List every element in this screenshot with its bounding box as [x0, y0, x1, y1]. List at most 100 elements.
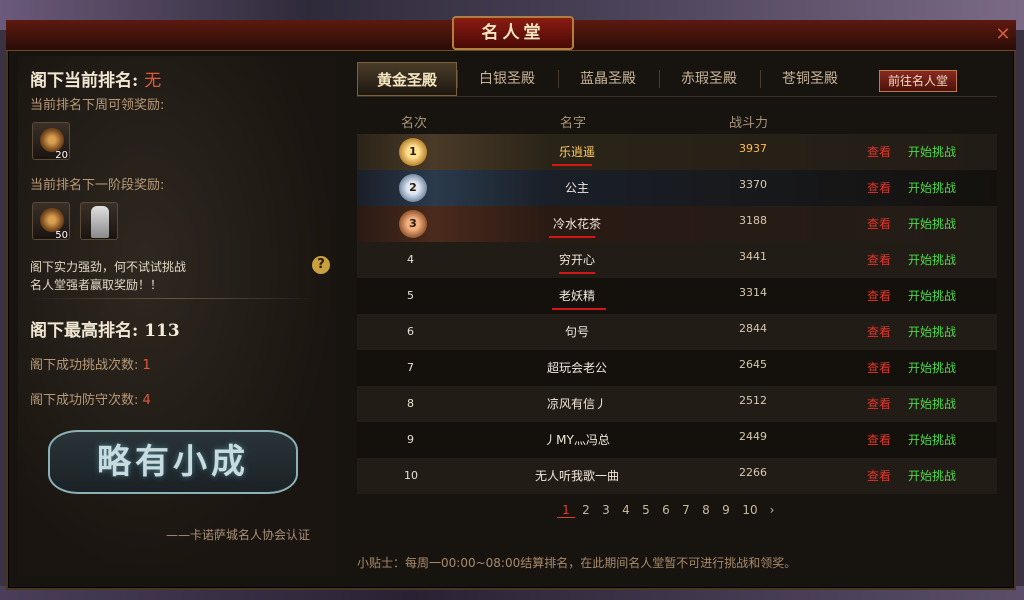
view-button[interactable]: 查看 — [867, 242, 891, 278]
view-button[interactable]: 查看 — [867, 134, 891, 170]
stage-reward-label: 当前排名下一阶段奖励: — [30, 178, 165, 193]
page-5[interactable]: 5 — [637, 503, 655, 517]
player-name: 凉风有信丿 — [546, 397, 607, 411]
player-power: 2449 — [739, 430, 767, 443]
page-2[interactable]: 2 — [577, 503, 595, 517]
table-row: 3 冷水花茶 3188 查看 开始挑战 — [357, 206, 997, 242]
player-power: 2266 — [739, 466, 767, 479]
bronze-crown-icon: 3 — [399, 210, 427, 238]
help-icon[interactable]: ? — [312, 256, 330, 274]
player-name: 无人听我歌一曲 — [534, 469, 619, 483]
view-button[interactable]: 查看 — [867, 170, 891, 206]
player-name: 公主 — [564, 181, 589, 195]
certification-text: ——卡诺萨城名人协会认证 — [166, 528, 311, 542]
title-badge: 略有小成 — [48, 430, 298, 494]
red-underline — [552, 164, 592, 166]
item-count: 50 — [55, 230, 68, 241]
page-1[interactable]: 1 — [557, 503, 575, 518]
table-row: 7 超玩会老公 2645 查看 开始挑战 — [357, 350, 997, 386]
page-8[interactable]: 8 — [697, 503, 715, 517]
col-name: 名字 — [560, 116, 587, 131]
item-count: 20 — [55, 150, 68, 161]
view-button[interactable]: 查看 — [867, 350, 891, 386]
weekly-reward-item[interactable]: 20 — [32, 122, 70, 161]
challenge-button[interactable]: 开始挑战 — [908, 422, 956, 458]
table-row: 1 乐逍遥 3937 查看 开始挑战 — [357, 134, 997, 170]
player-name: 句号 — [564, 325, 589, 339]
best-rank-value: 113 — [144, 321, 180, 341]
rank-number: 6 — [407, 325, 414, 338]
view-button[interactable]: 查看 — [867, 458, 891, 494]
page-7[interactable]: 7 — [677, 503, 695, 517]
table-row: 4 穷开心 3441 查看 开始挑战 — [357, 242, 997, 278]
red-underline — [549, 236, 595, 238]
table-row: 8 凉风有信丿 2512 查看 开始挑战 — [357, 386, 997, 422]
view-button[interactable]: 查看 — [867, 386, 891, 422]
best-rank-heading: 阁下最高排名: 113 — [30, 321, 180, 341]
page-6[interactable]: 6 — [657, 503, 675, 517]
rank-number: 4 — [407, 253, 414, 266]
next-page-icon[interactable]: › — [763, 503, 781, 517]
table-row: 9 丿MY灬冯总 2449 查看 开始挑战 — [357, 422, 997, 458]
col-rank: 名次 — [401, 116, 428, 131]
page-3[interactable]: 3 — [597, 503, 615, 517]
rank-number: 5 — [407, 289, 414, 302]
table-row: 10 无人听我歌一曲 2266 查看 开始挑战 — [357, 458, 997, 494]
player-power: 2844 — [739, 322, 767, 335]
player-power: 3370 — [739, 178, 767, 191]
challenge-success-value: 1 — [142, 358, 151, 373]
player-rank-panel: 阁下当前排名: 无 当前排名下周可领奖励: 20 当前排名下一阶段奖励: 50 … — [18, 56, 336, 576]
challenge-button[interactable]: 开始挑战 — [908, 386, 956, 422]
challenge-button[interactable]: 开始挑战 — [908, 278, 956, 314]
current-rank-heading: 阁下当前排名: 无 — [30, 71, 162, 91]
ranking-panel: 黄金圣殿 白银圣殿 蓝晶圣殿 赤瑕圣殿 苍铜圣殿 前往名人堂 名次 名字 战斗力… — [357, 58, 1011, 576]
stage-reward-item[interactable]: 50 — [32, 202, 70, 241]
goto-hall-button[interactable]: 前往名人堂 — [879, 70, 957, 92]
divider — [30, 298, 316, 299]
view-button[interactable]: 查看 — [867, 206, 891, 242]
red-underline — [559, 272, 595, 274]
page-4[interactable]: 4 — [617, 503, 635, 517]
rank-number: 8 — [407, 397, 414, 410]
defense-success: 阁下成功防守次数: 4 — [30, 393, 151, 408]
col-power: 战斗力 — [729, 116, 769, 131]
window-title: 名人堂 — [452, 16, 574, 50]
player-power: 2512 — [739, 394, 767, 407]
table-row: 5 老妖精 3314 查看 开始挑战 — [357, 278, 997, 314]
gold-crown-icon: 1 — [399, 138, 427, 166]
challenge-button[interactable]: 开始挑战 — [908, 242, 956, 278]
view-button[interactable]: 查看 — [867, 278, 891, 314]
page-10[interactable]: 10 — [739, 503, 761, 517]
page-9[interactable]: 9 — [717, 503, 735, 517]
tab-silver-temple[interactable]: 白银圣殿 — [457, 62, 557, 96]
tab-crystal-temple[interactable]: 蓝晶圣殿 — [558, 62, 658, 96]
view-button[interactable]: 查看 — [867, 314, 891, 350]
tab-bronze-temple[interactable]: 苍铜圣殿 — [760, 62, 860, 96]
challenge-button[interactable]: 开始挑战 — [908, 134, 956, 170]
table-row: 6 句号 2844 查看 开始挑战 — [357, 314, 997, 350]
tab-underline — [357, 96, 997, 97]
statue-icon — [91, 206, 109, 238]
player-name: 超玩会老公 — [546, 361, 607, 375]
challenge-button[interactable]: 开始挑战 — [908, 314, 956, 350]
rank-number: 7 — [407, 361, 414, 374]
challenge-button[interactable]: 开始挑战 — [908, 170, 956, 206]
close-icon[interactable]: ✕ — [994, 26, 1012, 44]
challenge-button[interactable]: 开始挑战 — [908, 206, 956, 242]
weekly-reward-label: 当前排名下周可领奖励: — [30, 98, 165, 113]
player-power: 3188 — [739, 214, 767, 227]
encourage-line-2: 名人堂强者赢取奖励！！ — [30, 278, 163, 292]
medal-item-icon — [40, 128, 64, 152]
tab-gold-temple[interactable]: 黄金圣殿 — [357, 62, 457, 96]
red-underline — [552, 308, 606, 310]
challenge-button[interactable]: 开始挑战 — [908, 350, 956, 386]
challenge-button[interactable]: 开始挑战 — [908, 458, 956, 494]
player-power: 3314 — [739, 286, 767, 299]
view-button[interactable]: 查看 — [867, 422, 891, 458]
player-power: 3441 — [739, 250, 767, 263]
defense-success-value: 4 — [142, 393, 151, 408]
medal-item-icon — [40, 208, 64, 232]
tab-red-temple[interactable]: 赤瑕圣殿 — [659, 62, 759, 96]
stage-reward-statue[interactable] — [80, 202, 118, 240]
player-name: 丿MY灬冯总 — [544, 433, 610, 447]
